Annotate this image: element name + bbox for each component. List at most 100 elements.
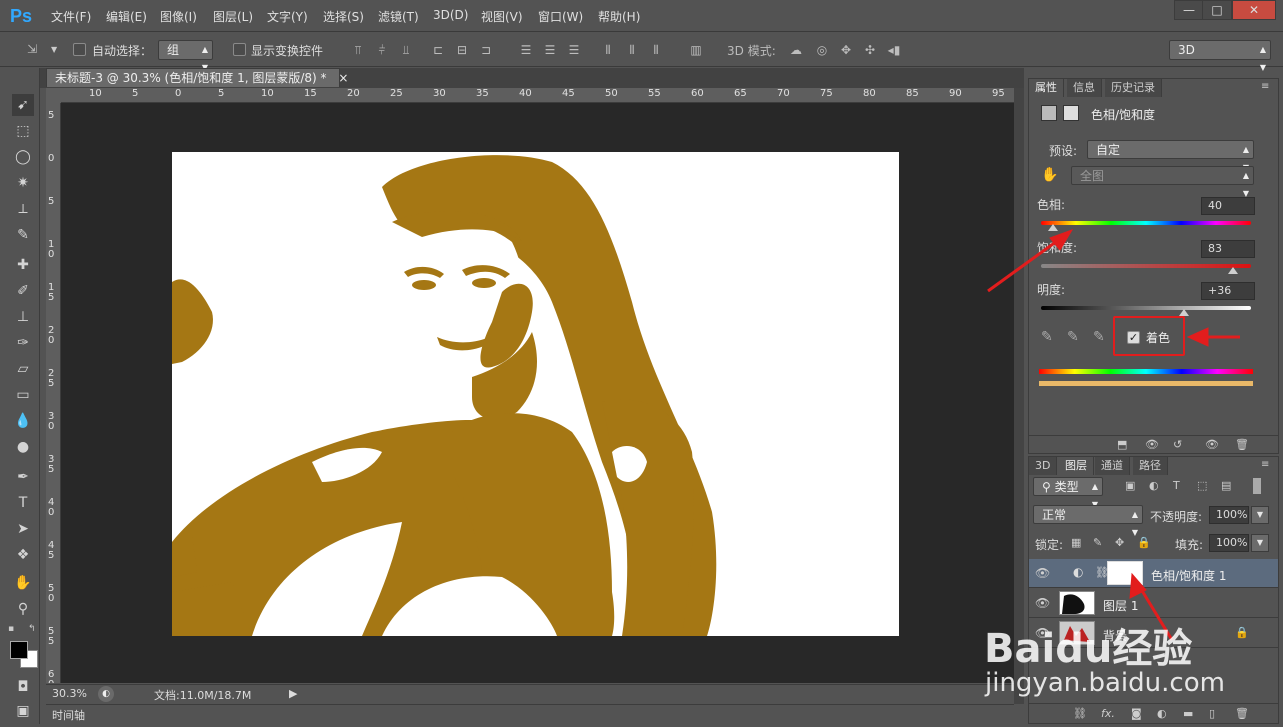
- new-group-icon[interactable]: ▬: [1183, 707, 1193, 720]
- distribute-right-icon[interactable]: ⦀: [648, 42, 664, 58]
- tab-history[interactable]: 历史记录: [1105, 79, 1162, 97]
- tab-info[interactable]: 信息: [1067, 79, 1102, 97]
- opacity-chevron-icon[interactable]: ▼: [1251, 506, 1269, 524]
- healing-brush-tool-icon[interactable]: ✚: [12, 254, 34, 276]
- visibility-eye-icon[interactable]: 👁: [1035, 566, 1050, 580]
- brush-tool-icon[interactable]: ✐: [12, 280, 34, 302]
- filter-smart-icon[interactable]: ▤: [1221, 479, 1231, 492]
- workspace-dropdown[interactable]: 3D ▲ ▼: [1169, 40, 1271, 72]
- auto-select-checkbox[interactable]: [73, 43, 86, 56]
- view-previous-icon[interactable]: 👁: [1145, 438, 1159, 451]
- zoom-level[interactable]: 30.3%: [52, 687, 87, 700]
- 3d-roll-icon[interactable]: ◎: [814, 42, 830, 58]
- 3d-object-tool-icon[interactable]: ❖: [12, 544, 34, 566]
- panel-menu-icon[interactable]: ≡: [1261, 81, 1269, 92]
- clip-to-layer-icon[interactable]: ⬒: [1117, 438, 1127, 451]
- zoom-tool-icon[interactable]: ⚲: [12, 598, 34, 620]
- add-mask-icon[interactable]: ◙: [1131, 707, 1142, 720]
- default-colors-icon[interactable]: ▪: [8, 624, 18, 634]
- filter-type-icon[interactable]: T: [1173, 479, 1180, 492]
- layer-name[interactable]: 图层 1: [1103, 597, 1138, 614]
- 3d-scale-icon[interactable]: ◂▮: [886, 42, 902, 58]
- document-image[interactable]: [172, 152, 899, 636]
- tab-properties[interactable]: 属性: [1029, 79, 1064, 97]
- align-left-icon[interactable]: ⊏: [430, 42, 446, 58]
- minimize-button[interactable]: —: [1174, 0, 1204, 20]
- swap-colors-icon[interactable]: ↰: [28, 624, 38, 634]
- path-selection-tool-icon[interactable]: ➤: [12, 518, 34, 540]
- saturation-slider[interactable]: [1041, 264, 1251, 268]
- trash-icon[interactable]: 🗑: [1235, 438, 1249, 451]
- align-bottom-icon[interactable]: ⫫: [398, 42, 414, 58]
- hue-slider-thumb[interactable]: [1047, 224, 1058, 231]
- new-layer-icon[interactable]: ▯: [1209, 707, 1215, 720]
- dodge-tool-icon[interactable]: ●: [12, 436, 34, 458]
- lightness-slider-thumb[interactable]: [1178, 309, 1189, 316]
- new-adjustment-icon[interactable]: ◐: [1157, 707, 1167, 720]
- saturation-input[interactable]: 83: [1201, 240, 1255, 258]
- opacity-input[interactable]: 100%: [1209, 506, 1249, 524]
- horizontal-ruler[interactable]: 10 5 0 5 10 15 20 25 30 35 40 45 50 55 60 65 70 75 80 85 90 9…: [61, 88, 1014, 103]
- tab-paths[interactable]: 路径: [1133, 457, 1168, 475]
- filter-shape-icon[interactable]: ⬚: [1197, 479, 1207, 492]
- 3d-drag-icon[interactable]: ✥: [838, 42, 854, 58]
- eyedropper-tool-icon[interactable]: ✎: [12, 224, 34, 246]
- saturation-slider-thumb[interactable]: [1228, 267, 1239, 274]
- lock-all-icon[interactable]: 🔒: [1137, 536, 1151, 549]
- close-button[interactable]: ✕: [1232, 0, 1276, 20]
- preset-dropdown[interactable]: 自定 ▲▼: [1087, 140, 1254, 172]
- fill-chevron-icon[interactable]: ▼: [1251, 534, 1269, 552]
- colorize-checkbox[interactable]: ✓: [1127, 331, 1140, 344]
- 3d-rotate-icon[interactable]: ☁: [788, 42, 804, 58]
- magic-wand-tool-icon[interactable]: ✷: [12, 172, 34, 194]
- quick-mask-icon[interactable]: ◘: [12, 676, 34, 698]
- gradient-tool-icon[interactable]: ▭: [12, 384, 34, 406]
- distribute-left-icon[interactable]: ⦀: [600, 42, 616, 58]
- vertical-scrollbar[interactable]: [1014, 88, 1024, 704]
- eyedropper-minus-icon[interactable]: ✎: [1093, 329, 1105, 345]
- channel-dropdown[interactable]: 全图 ▲ ▼: [1071, 166, 1254, 198]
- tab-layers[interactable]: 图层: [1059, 457, 1094, 475]
- align-right-icon[interactable]: ⊐: [478, 42, 494, 58]
- marquee-tool-icon[interactable]: ⬚: [12, 120, 34, 142]
- align-hcenter-icon[interactable]: ⊟: [454, 42, 470, 58]
- menu-select[interactable]: 选择(S): [323, 8, 364, 25]
- layer-row-hue-saturation[interactable]: 👁 ◐ ⛓ 色相/饱和度 1: [1029, 559, 1278, 588]
- link-layers-icon[interactable]: ⛓: [1073, 707, 1087, 720]
- lock-pixels-icon[interactable]: ✎: [1093, 536, 1102, 549]
- auto-select-dropdown[interactable]: 组 ▲▼: [158, 40, 213, 72]
- eyedropper-icon[interactable]: ✎: [1041, 329, 1053, 345]
- status-info-icon[interactable]: ◐: [98, 686, 114, 702]
- move-tool-icon[interactable]: ⇲: [24, 41, 40, 57]
- menu-edit[interactable]: 编辑(E): [106, 8, 147, 25]
- menu-filter[interactable]: 滤镜(T): [378, 8, 419, 25]
- lock-transparent-icon[interactable]: ▦: [1071, 536, 1081, 549]
- status-menu-arrow-icon[interactable]: ▶: [289, 687, 297, 700]
- lightness-slider[interactable]: [1041, 306, 1251, 310]
- target-adjust-hand-icon[interactable]: ✋: [1041, 167, 1058, 183]
- filter-toggle[interactable]: [1253, 478, 1261, 494]
- distribute-bottom-icon[interactable]: ☰: [566, 42, 582, 58]
- hue-slider[interactable]: [1041, 221, 1251, 225]
- maximize-button[interactable]: □: [1202, 0, 1232, 20]
- document-tab[interactable]: 未标题-3 @ 30.3% (色相/饱和度 1, 图层蒙版/8) * ×: [46, 68, 348, 87]
- 3d-slide-icon[interactable]: ✣: [862, 42, 878, 58]
- lasso-tool-icon[interactable]: ◯: [12, 146, 34, 168]
- menu-view[interactable]: 视图(V): [481, 8, 523, 25]
- panel-menu-icon[interactable]: ≡: [1261, 459, 1269, 470]
- mask-icon[interactable]: [1063, 105, 1079, 121]
- menu-type[interactable]: 文字(Y): [267, 8, 308, 25]
- history-brush-tool-icon[interactable]: ✑: [12, 332, 34, 354]
- align-vcenter-icon[interactable]: ⫩: [374, 42, 390, 58]
- screen-mode-icon[interactable]: ▣: [12, 700, 34, 722]
- fx-icon[interactable]: fx.: [1101, 707, 1115, 720]
- layer-row-layer-1[interactable]: 👁 图层 1: [1029, 589, 1278, 618]
- lock-position-icon[interactable]: ✥: [1115, 536, 1124, 549]
- blend-mode-dropdown[interactable]: 正常 ▲ ▼: [1033, 505, 1143, 537]
- distribute-hcenter-icon[interactable]: ⦀: [624, 42, 640, 58]
- eyedropper-plus-icon[interactable]: ✎: [1067, 329, 1079, 345]
- filter-adjustment-icon[interactable]: ◐: [1149, 479, 1159, 492]
- menu-window[interactable]: 窗口(W): [538, 8, 583, 25]
- menu-3d[interactable]: 3D(D): [433, 8, 468, 22]
- vertical-ruler[interactable]: 5 0 5 1 0 1 5 2 0 2 5 3 0 3 5 4 0 4 5 5 0 5 5 6 0: [46, 103, 61, 683]
